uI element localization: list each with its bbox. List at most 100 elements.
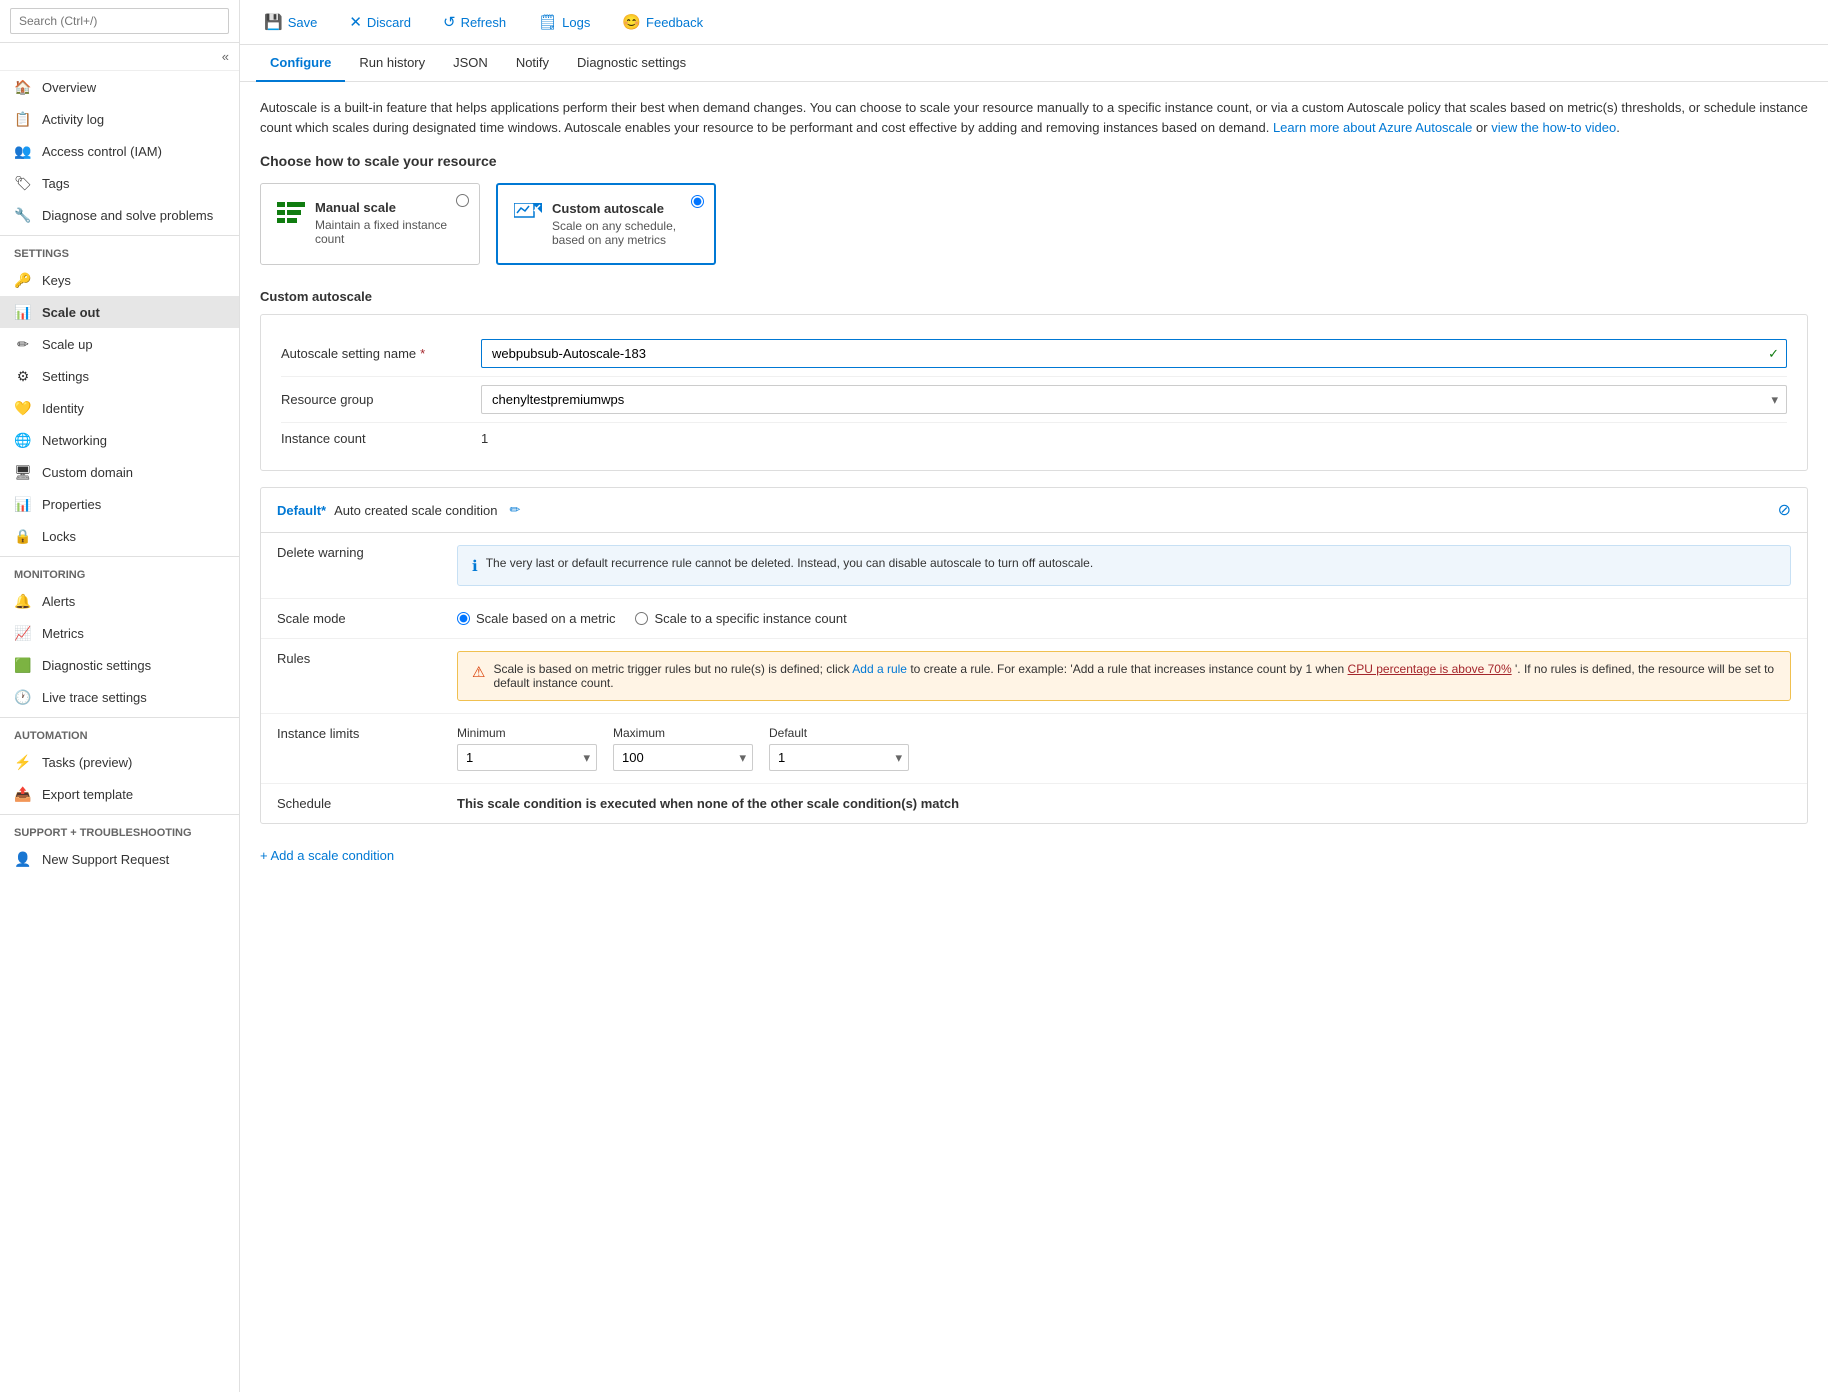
- properties-icon: 📊: [14, 495, 32, 513]
- search-input[interactable]: [10, 8, 229, 34]
- sidebar-item-export[interactable]: 📤 Export template: [0, 778, 239, 810]
- scale-mode-metric-option[interactable]: Scale based on a metric: [457, 611, 615, 626]
- tab-diagnostic-settings[interactable]: Diagnostic settings: [563, 45, 700, 82]
- sidebar-item-identity[interactable]: 💛 Identity: [0, 392, 239, 424]
- export-icon: 📤: [14, 785, 32, 803]
- sidebar-item-label: Tags: [42, 176, 69, 191]
- main-panel: 💾 Save ✕ Discard ↺ Refresh 🗒 Logs 😊 Feed…: [240, 0, 1828, 1392]
- sidebar-item-properties[interactable]: 📊 Properties: [0, 488, 239, 520]
- instance-limits-label: Instance limits: [277, 726, 457, 741]
- logs-button[interactable]: 🗒 Logs: [530, 8, 598, 36]
- scale-section-title: Choose how to scale your resource: [260, 153, 1808, 169]
- delete-warning-box: ℹ The very last or default recurrence ru…: [457, 545, 1791, 586]
- schedule-content: This scale condition is executed when no…: [457, 796, 1791, 811]
- tab-json[interactable]: JSON: [439, 45, 502, 82]
- sidebar-item-label: Diagnostic settings: [42, 658, 151, 673]
- sidebar-item-alerts[interactable]: 🔔 Alerts: [0, 585, 239, 617]
- sidebar-item-scale-out[interactable]: 📊 Scale out: [0, 296, 239, 328]
- sidebar-item-label: Settings: [42, 369, 89, 384]
- diagnose-icon: 🔧: [14, 206, 32, 224]
- autoscale-form-box: Autoscale setting name * ✓ Resource grou…: [260, 314, 1808, 471]
- sidebar-item-label: Alerts: [42, 594, 75, 609]
- sidebar-item-metrics[interactable]: 📈 Metrics: [0, 617, 239, 649]
- sidebar-item-scale-up[interactable]: ✏ Scale up: [0, 328, 239, 360]
- add-rule-link[interactable]: Add a rule: [852, 662, 907, 676]
- discard-button[interactable]: ✕ Discard: [341, 8, 419, 36]
- scale-mode-metric-radio[interactable]: [457, 612, 470, 625]
- scale-mode-instance-option[interactable]: Scale to a specific instance count: [635, 611, 846, 626]
- logs-icon: 🗒: [538, 13, 557, 31]
- tab-bar: Configure Run history JSON Notify Diagno…: [240, 45, 1828, 82]
- custom-scale-radio[interactable]: [691, 195, 704, 211]
- feedback-button[interactable]: 😊 Feedback: [614, 8, 711, 36]
- manual-scale-text: Manual scale Maintain a fixed instance c…: [315, 200, 463, 246]
- manual-scale-option[interactable]: Manual scale Maintain a fixed instance c…: [260, 183, 480, 265]
- sidebar-item-label: Properties: [42, 497, 101, 512]
- minimum-select[interactable]: 1: [458, 745, 596, 770]
- manual-scale-desc: Maintain a fixed instance count: [315, 218, 463, 246]
- sidebar-item-locks[interactable]: 🔒 Locks: [0, 520, 239, 552]
- settings-icon: ⚙: [14, 367, 32, 385]
- maximum-select[interactable]: 100: [614, 745, 752, 770]
- sidebar-item-diagnose[interactable]: 🔧 Diagnose and solve problems: [0, 199, 239, 231]
- tab-notify[interactable]: Notify: [502, 45, 563, 82]
- autoscale-name-input[interactable]: [481, 339, 1787, 368]
- cond-row-schedule: Schedule This scale condition is execute…: [261, 784, 1807, 823]
- sidebar-item-support[interactable]: 👤 New Support Request: [0, 843, 239, 875]
- monitoring-section-label: Monitoring: [0, 556, 239, 585]
- delete-warning-text: The very last or default recurrence rule…: [486, 556, 1093, 570]
- refresh-icon: ↺: [443, 13, 456, 31]
- overview-icon: 🏠: [14, 78, 32, 96]
- add-scale-condition-button[interactable]: + Add a scale condition: [260, 840, 1808, 871]
- manual-radio-input[interactable]: [456, 194, 469, 207]
- sidebar-item-tasks[interactable]: ⚡ Tasks (preview): [0, 746, 239, 778]
- live-trace-icon: 🕐: [14, 688, 32, 706]
- iam-icon: 👥: [14, 142, 32, 160]
- save-button[interactable]: 💾 Save: [256, 8, 325, 36]
- minimum-label: Minimum: [457, 726, 597, 740]
- manual-scale-radio[interactable]: [456, 194, 469, 210]
- rules-warning-text: Scale is based on metric trigger rules b…: [493, 662, 1776, 690]
- sidebar-item-settings[interactable]: ⚙ Settings: [0, 360, 239, 392]
- default-select-wrap: 1 ▾: [769, 744, 909, 771]
- instance-value: 1: [481, 431, 1787, 446]
- condition-edit-icon[interactable]: ✏: [509, 502, 520, 518]
- refresh-button[interactable]: ↺ Refresh: [435, 8, 514, 36]
- sidebar-item-diagnostic-settings[interactable]: 🟩 Diagnostic settings: [0, 649, 239, 681]
- schedule-text: This scale condition is executed when no…: [457, 796, 959, 811]
- cond-row-scale-mode: Scale mode Scale based on a metric Scale…: [261, 599, 1807, 639]
- sidebar-item-activity-log[interactable]: 📋 Activity log: [0, 103, 239, 135]
- sidebar-item-custom-domain[interactable]: 🖥 Custom domain: [0, 456, 239, 488]
- rg-select[interactable]: chenyltestpremiumwps: [482, 386, 1786, 413]
- sidebar-item-networking[interactable]: 🌐 Networking: [0, 424, 239, 456]
- feedback-icon: 😊: [622, 13, 641, 31]
- sidebar-item-label: New Support Request: [42, 852, 169, 867]
- sidebar-item-keys[interactable]: 🔑 Keys: [0, 264, 239, 296]
- locks-icon: 🔒: [14, 527, 32, 545]
- custom-radio-input[interactable]: [691, 195, 704, 208]
- collapse-button[interactable]: «: [0, 43, 239, 71]
- default-group: Default 1 ▾: [769, 726, 909, 771]
- sidebar-item-label: Custom domain: [42, 465, 133, 480]
- custom-autoscale-option[interactable]: Custom autoscale Scale on any schedule, …: [496, 183, 716, 265]
- sidebar-item-live-trace[interactable]: 🕐 Live trace settings: [0, 681, 239, 713]
- sidebar-item-access-control[interactable]: 👥 Access control (IAM): [0, 135, 239, 167]
- tab-run-history[interactable]: Run history: [345, 45, 439, 82]
- tasks-icon: ⚡: [14, 753, 32, 771]
- condition-header: Default* Auto created scale condition ✏ …: [261, 488, 1807, 533]
- scale-mode-instance-radio[interactable]: [635, 612, 648, 625]
- condition-disable-icon[interactable]: ⊘: [1778, 500, 1791, 520]
- condition-box: Default* Auto created scale condition ✏ …: [260, 487, 1808, 824]
- sidebar-item-tags[interactable]: 🏷 Tags: [0, 167, 239, 199]
- default-select[interactable]: 1: [770, 745, 908, 770]
- schedule-label: Schedule: [277, 796, 457, 811]
- how-to-video-link[interactable]: view the how-to video: [1491, 120, 1616, 135]
- tab-configure[interactable]: Configure: [256, 45, 345, 82]
- warning-icon: ⚠: [472, 663, 485, 681]
- scale-mode-label: Scale mode: [277, 611, 457, 626]
- sidebar-item-overview[interactable]: 🏠 Overview: [0, 71, 239, 103]
- learn-more-link[interactable]: Learn more about Azure Autoscale: [1273, 120, 1472, 135]
- activity-log-icon: 📋: [14, 110, 32, 128]
- autoscale-name-control: ✓: [481, 339, 1787, 368]
- name-valid-icon: ✓: [1768, 346, 1779, 362]
